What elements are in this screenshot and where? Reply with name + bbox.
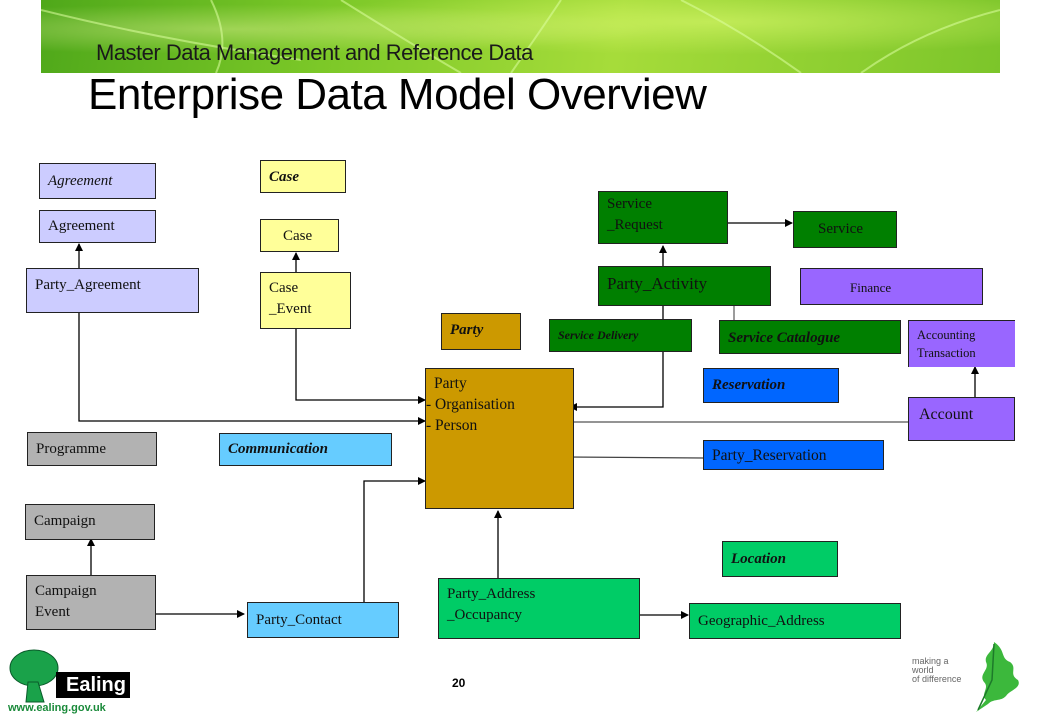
service-request-line2: _Request (607, 217, 663, 233)
entity-party-activity[interactable]: Party_Activity (598, 266, 771, 306)
accounting-transaction-line1: Accounting (917, 328, 976, 342)
page-title: Enterprise Data Model Overview (88, 70, 707, 119)
ealing-wordmark: Ealing (56, 672, 130, 698)
entity-campaign[interactable]: Campaign (25, 504, 155, 540)
entity-agreement[interactable]: Agreement (39, 210, 156, 243)
party-address-line1: Party_Address (447, 586, 536, 602)
entity-service[interactable]: Service (793, 211, 897, 248)
connector-party-reservation-to-party (566, 453, 704, 462)
finance-group-header: Finance (800, 268, 983, 305)
case-group-header: Case (260, 160, 346, 193)
entity-accounting-transaction[interactable]: Accounting Transaction (908, 320, 1015, 367)
party-line3: - Person (426, 417, 478, 434)
campaign-event-line1: Campaign (35, 583, 97, 599)
entity-campaign-event[interactable]: Campaign Event (26, 575, 156, 630)
subtitle: Master Data Management and Reference Dat… (96, 40, 533, 65)
communication-group-header: Communication (219, 433, 392, 466)
entity-party-reservation[interactable]: Party_Reservation (703, 440, 884, 470)
entity-case[interactable]: Case (260, 219, 339, 252)
agreement-group-header: Agreement (39, 163, 156, 199)
case-event-line2: _Event (269, 301, 312, 317)
entity-service-request[interactable]: Service _Request (598, 191, 728, 244)
connector-party-agreement-to-party (78, 312, 426, 425)
reservation-group-header: Reservation (703, 368, 839, 403)
service-delivery-header: Service Delivery (549, 319, 692, 352)
tagline-line1: making a world (912, 656, 949, 675)
entity-party-address-occupancy[interactable]: Party_Address _Occupancy (438, 578, 640, 639)
service-request-line1: Service (607, 196, 652, 212)
ealing-url: www.ealing.gov.uk (8, 702, 106, 714)
location-group-header: Location (722, 541, 838, 577)
case-event-line1: Case (269, 280, 299, 296)
connector-case-event-to-party (295, 329, 426, 404)
entity-geographic-address[interactable]: Geographic_Address (689, 603, 901, 639)
oak-leaf-icon (976, 642, 1019, 712)
campaign-event-line2: Event (35, 604, 70, 620)
accounting-transaction-line2: Transaction (917, 346, 976, 360)
party-address-line2: _Occupancy (447, 607, 522, 623)
tagline: making a world of difference (912, 657, 972, 684)
entity-programme[interactable]: Programme (27, 432, 157, 466)
entity-party-agreement[interactable]: Party_Agreement (26, 268, 199, 313)
party-line1: Party (434, 375, 467, 392)
connector-party-contact-to-party (363, 477, 426, 602)
ealing-logo: Ealing www.ealing.gov.uk (6, 648, 130, 718)
entity-party[interactable]: Party - Organisation - Person (425, 368, 574, 509)
entity-party-contact[interactable]: Party_Contact (247, 602, 399, 638)
entity-account[interactable]: Account (908, 397, 1015, 441)
tagline-line2: of difference (912, 674, 962, 684)
entity-case-event[interactable]: Case _Event (260, 272, 351, 329)
party-line2: - Organisation (426, 396, 515, 413)
party-group-header: Party (441, 313, 521, 350)
page-number: 20 (452, 676, 466, 690)
service-catalogue-header: Service Catalogue (719, 320, 901, 354)
